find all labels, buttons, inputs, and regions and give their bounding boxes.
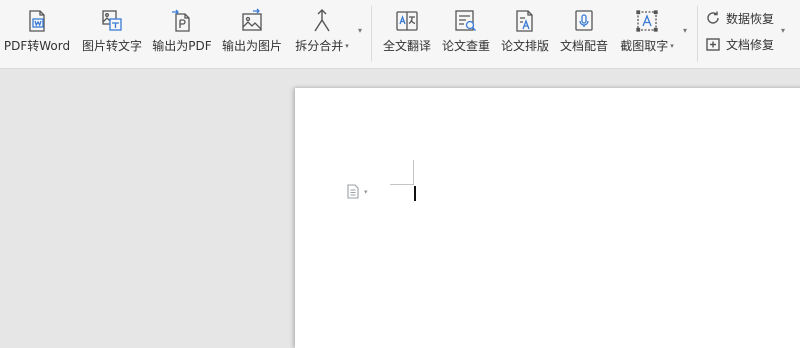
split-merge-caret-icon: ▾ — [345, 42, 349, 50]
image-to-text-label: 图片转文字 — [81, 39, 142, 53]
doc-dubbing-button[interactable]: 文档配音 — [557, 6, 611, 58]
translate-icon — [392, 6, 422, 36]
toolbar-divider — [371, 6, 372, 62]
dubbing-icon — [569, 6, 599, 36]
split-merge-label: 拆分合并 ▾ — [295, 39, 349, 53]
split-merge-icon — [307, 6, 337, 36]
export-pdf-icon — [167, 6, 197, 36]
export-pdf-button[interactable]: 输出为PDF — [152, 6, 212, 58]
screenshot-ocr-caret-icon: ▾ — [670, 42, 674, 50]
text-cursor — [414, 186, 416, 201]
chevron-down-icon: ▾ — [364, 187, 368, 196]
plagiarism-check-label: 论文查重 — [441, 39, 490, 53]
page-margin-marker — [390, 184, 414, 185]
paper-layout-label: 论文排版 — [500, 39, 549, 53]
image-to-text-button[interactable]: 图片转文字 — [81, 6, 143, 58]
document-page[interactable] — [295, 88, 800, 348]
full-text-translate-button[interactable]: 全文翻译 — [380, 6, 434, 58]
doc-repair-icon — [706, 38, 720, 51]
data-recovery-button[interactable]: 数据恢复 — [705, 8, 774, 28]
export-image-button[interactable]: 输出为图片 — [220, 6, 284, 58]
doc-repair-button[interactable]: 文档修复 — [705, 34, 774, 54]
pdf-to-word-button[interactable]: PDF转Word — [3, 6, 71, 58]
pdf-to-word-icon — [22, 6, 52, 36]
plagiarism-check-icon — [451, 6, 481, 36]
doc-repair-label: 文档修复 — [726, 37, 775, 52]
more-tools-chevron-icon[interactable]: ▾ — [683, 26, 687, 35]
screenshot-ocr-button[interactable]: 截图取字 ▾ — [616, 6, 678, 58]
plagiarism-check-button[interactable]: 论文查重 — [439, 6, 493, 58]
export-pdf-label: 输出为PDF — [152, 39, 212, 53]
data-recovery-label: 数据恢复 — [726, 11, 775, 26]
data-recovery-icon — [707, 11, 719, 24]
paper-layout-button[interactable]: 论文排版 — [498, 6, 552, 58]
screenshot-ocr-label: 截图取字 ▾ — [620, 39, 674, 53]
document-icon — [347, 184, 359, 199]
split-merge-button[interactable]: 拆分合并 ▾ — [292, 6, 352, 58]
paragraph-layout-handle[interactable]: ▾ — [346, 184, 368, 199]
doc-dubbing-label: 文档配音 — [559, 39, 608, 53]
ribbon-toolbar: PDF转Word 图片转文字 输出为PDF 输出为图片 拆分合并 ▾ ▾ 全文翻… — [0, 0, 800, 69]
more-tools-chevron-icon[interactable]: ▾ — [781, 26, 785, 35]
pdf-to-word-label: PDF转Word — [3, 39, 71, 53]
export-image-icon — [237, 6, 267, 36]
toolbar-divider — [697, 6, 698, 62]
screenshot-ocr-icon — [632, 6, 662, 36]
full-text-translate-label: 全文翻译 — [382, 39, 431, 53]
page-margin-marker — [413, 160, 414, 185]
paper-layout-icon — [510, 6, 540, 36]
export-image-label: 输出为图片 — [221, 39, 282, 53]
more-tools-chevron-icon[interactable]: ▾ — [358, 26, 362, 35]
image-to-text-icon — [97, 6, 127, 36]
